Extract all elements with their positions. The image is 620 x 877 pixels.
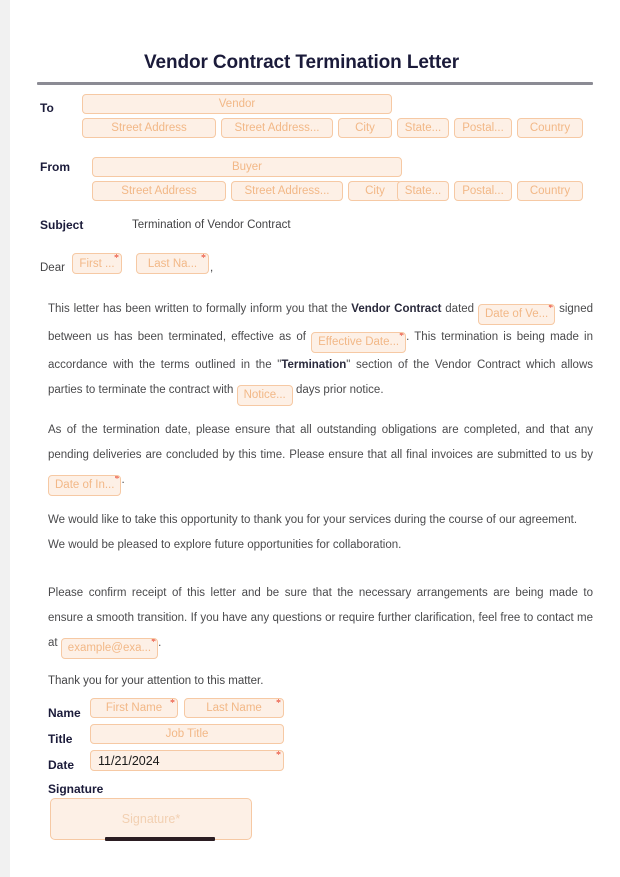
date-of-vendor-contract-placeholder: Date of Ve... [484, 308, 549, 320]
signer-title-label: Title [48, 732, 73, 746]
closing-thanks: Thank you for your attention to this mat… [48, 675, 264, 687]
signer-last-name-placeholder: Last Name [206, 702, 262, 714]
from-company-field[interactable]: Buyer [92, 157, 402, 177]
from-street-address-2-field[interactable]: Street Address... [231, 181, 343, 201]
signer-date-label: Date [48, 758, 75, 772]
salutation-comma: , [210, 262, 214, 274]
from-street-address-2-placeholder: Street Address... [244, 185, 330, 197]
subject-label: Subject [40, 218, 84, 232]
paragraph-1-text-1: This letter has been written to formally… [48, 303, 352, 315]
paragraph-4-text-2: . [158, 637, 162, 649]
salutation-last-name-placeholder: Last Na... [147, 257, 198, 270]
effective-date-placeholder: Effective Date... [318, 336, 400, 348]
required-asterisk: * [175, 812, 181, 826]
required-asterisk: * [201, 253, 206, 264]
document-page: Vendor Contract Termination Letter To Ve… [10, 0, 620, 877]
to-country-placeholder: Country [529, 122, 571, 134]
paragraph-2: As of the termination date, please ensur… [48, 418, 593, 496]
subject-value: Termination of Vendor Contract [132, 219, 291, 231]
signer-first-name-placeholder: First Name [105, 702, 163, 714]
from-street-address-1-field[interactable]: Street Address [92, 181, 226, 201]
page-title: Vendor Contract Termination Letter [143, 52, 460, 73]
paragraph-1-text-2: dated [441, 303, 478, 315]
from-company-placeholder: Buyer [231, 161, 263, 173]
to-postal-field[interactable]: Postal... [454, 118, 512, 138]
required-asterisk: * [151, 638, 157, 648]
signer-date-field[interactable]: 11/21/2024 * [90, 750, 284, 771]
paragraph-3: We would like to take this opportunity t… [48, 508, 593, 558]
from-country-placeholder: Country [529, 185, 571, 197]
signer-first-name-field[interactable]: First Name * [90, 698, 178, 718]
salutation-first-name-placeholder: First ... [79, 257, 115, 270]
from-street-address-1-placeholder: Street Address [121, 185, 197, 197]
signer-date-value: 11/21/2024 [98, 753, 160, 768]
signature-field[interactable]: Signature * [50, 798, 252, 840]
salutation-first-name-field[interactable]: First ... * [72, 253, 122, 274]
contact-email-placeholder: example@exa... [67, 642, 152, 654]
to-city-field[interactable]: City [338, 118, 392, 138]
to-label: To [40, 101, 54, 115]
paragraph-1-bold-vendor-contract: Vendor Contract [351, 303, 442, 315]
required-asterisk: * [548, 304, 554, 314]
paragraph-3-text: We would like to take this opportunity t… [48, 514, 578, 551]
from-city-placeholder: City [365, 185, 385, 197]
to-state-placeholder: State... [404, 122, 442, 134]
signature-baseline [105, 837, 215, 841]
title-divider [37, 82, 593, 85]
from-postal-field[interactable]: Postal... [454, 181, 512, 201]
from-state-field[interactable]: State... [397, 181, 449, 201]
to-state-field[interactable]: State... [397, 118, 449, 138]
to-company-placeholder: Vendor [218, 98, 256, 110]
to-city-placeholder: City [355, 122, 375, 134]
date-of-invoice-field[interactable]: Date of In... * [48, 475, 122, 496]
from-postal-placeholder: Postal... [462, 185, 504, 197]
required-asterisk: * [276, 750, 281, 761]
to-street-address-1-field[interactable]: Street Address [82, 118, 216, 138]
required-asterisk: * [399, 332, 405, 342]
effective-date-field[interactable]: Effective Date... * [311, 332, 407, 353]
paragraph-1: This letter has been written to formally… [48, 297, 593, 406]
signer-last-name-field[interactable]: Last Name * [184, 698, 284, 718]
from-state-placeholder: State... [404, 185, 442, 197]
to-country-field[interactable]: Country [517, 118, 583, 138]
required-asterisk: * [170, 698, 175, 709]
from-country-field[interactable]: Country [517, 181, 583, 201]
signer-job-title-field[interactable]: Job Title [90, 724, 284, 744]
date-of-vendor-contract-field[interactable]: Date of Ve... * [477, 304, 556, 325]
required-asterisk: * [114, 253, 119, 264]
from-city-field[interactable]: City [348, 181, 402, 201]
paragraph-1-text-6: days prior notice. [292, 384, 384, 396]
signer-job-title-placeholder: Job Title [165, 728, 209, 740]
signer-name-label: Name [48, 706, 81, 720]
required-asterisk: * [276, 698, 281, 709]
signature-placeholder: Signature [121, 812, 176, 826]
to-street-address-2-field[interactable]: Street Address... [221, 118, 333, 138]
paragraph-4: Please confirm receipt of this letter an… [48, 581, 593, 659]
notice-days-placeholder: Notice... [243, 389, 286, 401]
paragraph-1-bold-termination: Termination [281, 359, 347, 371]
salutation-last-name-field[interactable]: Last Na... * [136, 253, 209, 274]
signature-label: Signature [48, 782, 104, 796]
date-of-invoice-placeholder: Date of In... [55, 479, 115, 491]
to-company-field[interactable]: Vendor [82, 94, 392, 114]
salutation-greeting: Dear [40, 262, 65, 274]
to-street-address-1-placeholder: Street Address [111, 122, 187, 134]
contact-email-field[interactable]: example@exa... * [60, 638, 159, 659]
to-postal-placeholder: Postal... [462, 122, 504, 134]
from-label: From [40, 160, 70, 174]
to-street-address-2-placeholder: Street Address... [234, 122, 320, 134]
required-asterisk: * [114, 475, 120, 485]
paragraph-2-text-2: . [121, 474, 125, 486]
notice-days-field[interactable]: Notice... [236, 385, 293, 406]
paragraph-2-text-1: As of the termination date, please ensur… [48, 424, 593, 461]
